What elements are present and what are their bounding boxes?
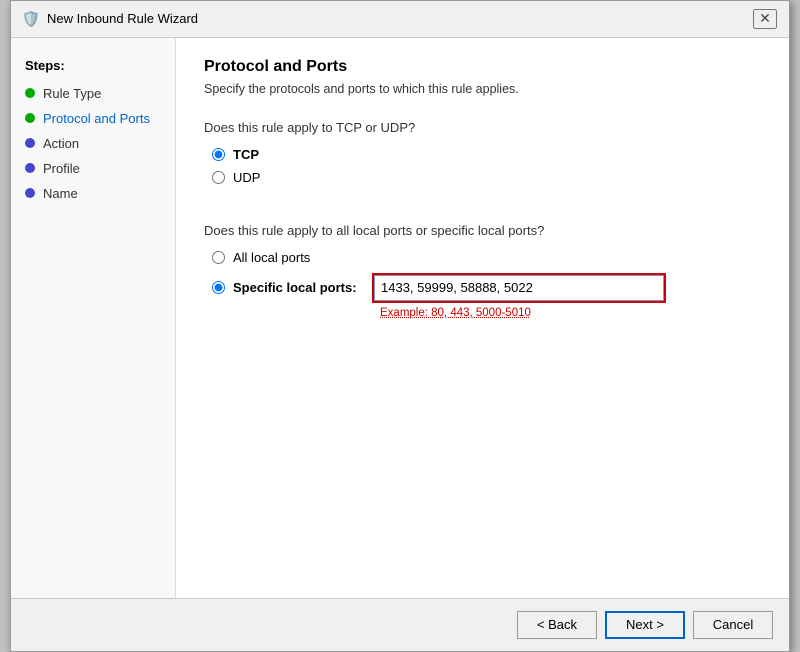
ports-input[interactable] <box>374 275 664 301</box>
sidebar-steps-label: Steps: <box>11 54 175 81</box>
specific-ports-row: Specific local ports: <box>212 273 761 303</box>
all-ports-label: All local ports <box>233 250 310 265</box>
next-button[interactable]: Next > <box>605 611 685 639</box>
sidebar-item-action[interactable]: Action <box>11 131 175 156</box>
tcp-label: TCP <box>233 147 259 162</box>
tcp-radio[interactable] <box>212 148 225 161</box>
sidebar-item-rule-type[interactable]: Rule Type <box>11 81 175 106</box>
all-ports-radio[interactable] <box>212 251 225 264</box>
cancel-button[interactable]: Cancel <box>693 611 773 639</box>
page-title: Protocol and Ports <box>204 58 761 76</box>
udp-radio-item[interactable]: UDP <box>212 170 761 185</box>
sidebar: Steps: Rule Type Protocol and Ports Acti… <box>11 38 176 598</box>
footer: < Back Next > Cancel <box>11 598 789 651</box>
wizard-icon: 🛡️ <box>23 11 39 27</box>
ports-example: Example: 80, 443, 5000-5010 <box>380 307 761 319</box>
sidebar-item-label-profile: Profile <box>43 161 80 176</box>
tcp-radio-item[interactable]: TCP <box>212 147 761 162</box>
sidebar-item-label-name: Name <box>43 186 78 201</box>
sidebar-item-protocol-ports[interactable]: Protocol and Ports <box>11 106 175 131</box>
name-dot <box>25 188 35 198</box>
title-bar-text: New Inbound Rule Wizard <box>47 11 753 26</box>
sidebar-item-label-rule-type: Rule Type <box>43 86 101 101</box>
sidebar-item-label-protocol-ports: Protocol and Ports <box>43 111 150 126</box>
udp-label: UDP <box>233 170 260 185</box>
specific-ports-radio-item[interactable]: Specific local ports: <box>212 280 372 295</box>
sidebar-item-profile[interactable]: Profile <box>11 156 175 181</box>
title-bar: 🛡️ New Inbound Rule Wizard ✕ <box>11 1 789 38</box>
tcp-udp-group: TCP UDP <box>204 147 761 185</box>
dialog-window: 🛡️ New Inbound Rule Wizard ✕ Steps: Rule… <box>10 0 790 652</box>
ports-question: Does this rule apply to all local ports … <box>204 223 761 238</box>
specific-ports-label: Specific local ports: <box>233 280 357 295</box>
main-panel: Protocol and Ports Specify the protocols… <box>176 38 789 598</box>
ports-input-wrapper <box>372 273 666 303</box>
back-button[interactable]: < Back <box>517 611 597 639</box>
rule-type-dot <box>25 88 35 98</box>
page-subtitle: Specify the protocols and ports to which… <box>204 82 761 96</box>
protocol-ports-dot <box>25 113 35 123</box>
specific-ports-radio[interactable] <box>212 281 225 294</box>
profile-dot <box>25 163 35 173</box>
action-dot <box>25 138 35 148</box>
ports-group: All local ports Specific local ports: Ex… <box>204 250 761 319</box>
udp-radio[interactable] <box>212 171 225 184</box>
all-ports-radio-item[interactable]: All local ports <box>212 250 761 265</box>
sidebar-item-label-action: Action <box>43 136 79 151</box>
tcp-udp-question: Does this rule apply to TCP or UDP? <box>204 120 761 135</box>
content-area: Steps: Rule Type Protocol and Ports Acti… <box>11 38 789 598</box>
sidebar-item-name[interactable]: Name <box>11 181 175 206</box>
close-button[interactable]: ✕ <box>753 9 777 29</box>
ports-section: Does this rule apply to all local ports … <box>204 223 761 319</box>
